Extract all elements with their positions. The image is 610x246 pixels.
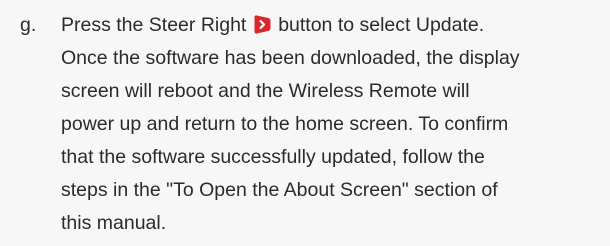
- step-line-2: Once the software has been downloaded, t…: [61, 47, 520, 69]
- step-line-6: steps in the "To Open the About Screen" …: [61, 179, 498, 201]
- step-line-3: screen will reboot and the Wireless Remo…: [61, 80, 470, 102]
- instruction-step: g. Press the Steer Right button to selec…: [0, 0, 610, 246]
- step-text: Press the Steer Right button to select U…: [61, 9, 601, 240]
- step-letter: g.: [20, 14, 37, 36]
- step-line-7: this manual.: [61, 212, 167, 234]
- step-line-1: Press the Steer Right button to select U…: [61, 9, 601, 42]
- step-line-1-after: button to select Update.: [278, 14, 485, 36]
- step-line-5: that the software successfully updated, …: [61, 146, 485, 168]
- step-line-1-before: Press the Steer Right: [61, 14, 247, 36]
- steer-right-icon: [253, 14, 272, 35]
- step-line-4: power up and return to the home screen. …: [61, 113, 509, 135]
